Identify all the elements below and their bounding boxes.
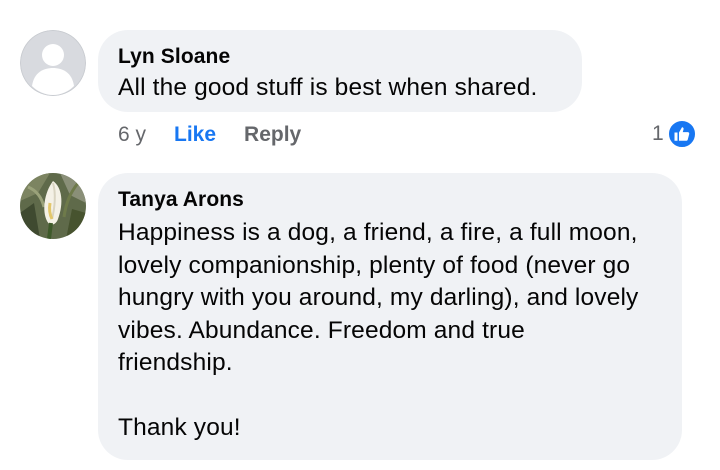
comment-actions: 6 y Like Reply bbox=[118, 121, 329, 149]
default-user-avatar-icon bbox=[20, 30, 86, 96]
reaction-summary[interactable]: 1 bbox=[652, 118, 697, 150]
comment-text-line: Thank you! bbox=[118, 414, 241, 441]
comment-text-line bbox=[118, 380, 674, 413]
comment-text: All the good stuff is best when shared. bbox=[118, 72, 537, 105]
comment-timestamp[interactable]: 6 y bbox=[118, 123, 146, 147]
avatar-lyn-sloane[interactable] bbox=[20, 30, 86, 96]
comment-text-line: lovely companionship, plenty of food (ne… bbox=[118, 251, 631, 279]
like-button[interactable]: Like bbox=[174, 123, 216, 147]
comment-author[interactable]: Tanya Arons bbox=[118, 188, 244, 212]
comment-author[interactable]: Lyn Sloane bbox=[118, 45, 230, 69]
comment-text-line: Happiness is a dog, a friend, a fire, a … bbox=[118, 219, 638, 246]
calla-lily-avatar bbox=[20, 173, 86, 239]
comment-bubble: Lyn Sloane All the good stuff is best wh… bbox=[98, 30, 582, 112]
comment-text: Happiness is a dog, a friend, a fire, a … bbox=[118, 217, 674, 445]
reply-button[interactable]: Reply bbox=[244, 123, 301, 147]
comment-text-line: All the good stuff is best when shared. bbox=[118, 74, 538, 101]
reaction-count: 1 bbox=[652, 122, 664, 145]
comment-text-line: vibes. Abundance. Freedom and true bbox=[118, 316, 525, 344]
avatar-tanya-arons[interactable] bbox=[20, 173, 86, 239]
comment-text-line: friendship. bbox=[118, 349, 233, 376]
thumbs-up-icon bbox=[666, 119, 697, 149]
comment-bubble: Tanya Arons Happiness is a dog, a friend… bbox=[98, 173, 682, 460]
comment-text-line: hungry with you around, my darling), and… bbox=[118, 284, 639, 311]
